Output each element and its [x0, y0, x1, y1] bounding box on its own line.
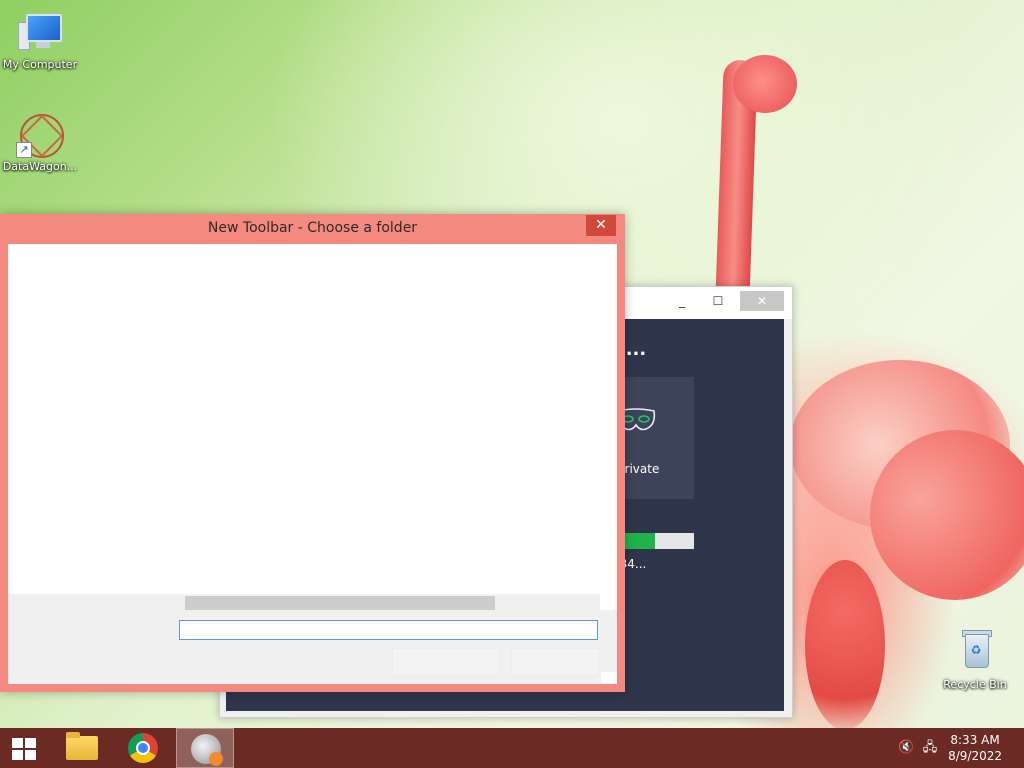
volume-muted-icon[interactable]: 🔇 — [898, 740, 914, 756]
dialog-title: New Toolbar - Choose a folder — [207, 220, 418, 236]
desktop-icon-my-computer[interactable]: My Computer — [0, 8, 80, 71]
taskbar-clock[interactable]: 8:33 AM 8/9/2022 — [948, 732, 1002, 764]
choose-folder-dialog[interactable]: New Toolbar - Choose a folder ✕ — [0, 214, 625, 692]
folder-path-input[interactable] — [179, 620, 598, 640]
desktop-icon-recycle-bin[interactable]: ♻ Recycle Bin — [935, 628, 1015, 691]
vertical-scrollbar[interactable] — [600, 244, 617, 610]
dialog-close-button[interactable]: ✕ — [586, 215, 616, 236]
clock-time: 8:33 AM — [950, 733, 1000, 747]
ok-button[interactable] — [392, 648, 500, 676]
shortcut-arrow-icon: ↗ — [16, 142, 32, 158]
cancel-button[interactable] — [511, 648, 599, 676]
horizontal-scrollbar-thumb[interactable] — [185, 596, 495, 610]
folder-icon — [66, 732, 98, 760]
resize-grip[interactable] — [601, 672, 617, 684]
desktop-icon-label: DataWagon... — [2, 160, 78, 173]
recycle-bin-icon: ♻ — [951, 628, 999, 676]
dialog-body — [8, 244, 617, 684]
desktop-icon-label: Recycle Bin — [943, 678, 1007, 691]
chrome-icon — [128, 733, 158, 763]
taskbar-chrome[interactable] — [114, 728, 172, 768]
desktop-icon-datawagon[interactable]: ↗ DataWagon... — [0, 110, 80, 173]
taskbar: 🔇 🖧 8:33 AM 8/9/2022 — [0, 728, 1024, 768]
folder-tree-view[interactable] — [8, 244, 617, 610]
datawagon-icon: ↗ — [16, 110, 64, 158]
taskbar-file-explorer[interactable] — [52, 728, 110, 768]
maximize-button[interactable]: ☐ — [696, 291, 740, 311]
computer-icon — [16, 8, 64, 56]
close-icon: ✕ — [595, 217, 607, 233]
start-button[interactable] — [0, 728, 48, 768]
windows-logo-icon — [12, 738, 38, 760]
taskbar-active-app[interactable] — [176, 728, 234, 768]
folder-label — [138, 624, 174, 638]
wallpaper-flower-bud — [733, 55, 797, 113]
wallpaper-petal — [805, 560, 885, 730]
desktop-icon-label: My Computer — [2, 58, 78, 71]
wallpaper-petal — [870, 430, 1024, 600]
close-button[interactable]: ✕ — [740, 291, 784, 311]
clock-date: 8/9/2022 — [948, 749, 1002, 763]
app-icon — [191, 734, 223, 766]
network-icon[interactable]: 🖧 — [922, 740, 938, 756]
